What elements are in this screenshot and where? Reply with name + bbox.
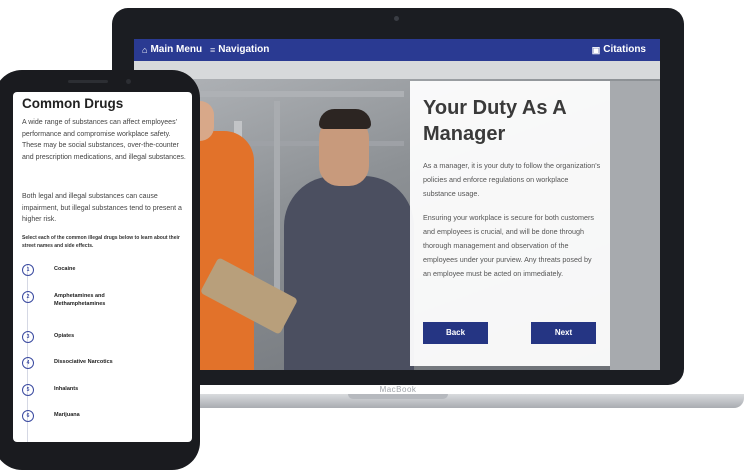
phone-speaker <box>68 80 108 83</box>
drug-label: Marijuana <box>54 412 80 418</box>
drug-label: Inhalants <box>54 386 79 392</box>
mobile-instruction: Select each of the common illegal drugs … <box>22 235 180 249</box>
drug-label: Cocaine <box>54 266 76 272</box>
phone-screen: Common Drugs A wide range of substances … <box>13 92 192 442</box>
drug-item-cocaine[interactable]: 1 Cocaine <box>22 264 190 278</box>
main-menu-label: Main Menu <box>150 44 203 55</box>
item-number: 3 <box>22 331 34 343</box>
top-navigation-bar: ⌂ Main Menu ≡ Navigation ▣ Citations <box>134 39 660 61</box>
item-number: 1 <box>22 264 34 276</box>
drug-item-opiates[interactable]: 3 Opiates <box>22 331 190 345</box>
next-button[interactable]: Next <box>531 322 596 344</box>
home-icon: ⌂ <box>142 45 148 55</box>
mobile-paragraph-1: A wide range of substances can affect em… <box>22 119 186 161</box>
item-number: 4 <box>22 357 34 369</box>
drug-label: Opiates <box>54 333 75 339</box>
content-card: Your Duty As A Manager As a manager, it … <box>410 81 610 366</box>
drug-label: Amphetamines and Methamphetamines <box>54 293 106 307</box>
item-number: 5 <box>22 384 34 396</box>
menu-icon: ≡ <box>210 45 216 55</box>
drug-item-marijuana[interactable]: 6 Marijuana <box>22 410 190 424</box>
mobile-paragraph-2: Both legal and illegal substances can ca… <box>22 193 182 223</box>
navigation-link[interactable]: ≡ Navigation <box>210 39 269 61</box>
mobile-page-title: Common Drugs <box>22 96 124 111</box>
item-number: 2 <box>22 291 34 303</box>
citations-link[interactable]: ▣ Citations <box>592 39 646 61</box>
book-icon: ▣ <box>591 45 601 55</box>
card-paragraph-2: Ensuring your workplace is secure for bo… <box>423 213 594 278</box>
main-menu-link[interactable]: ⌂ Main Menu <box>142 39 202 61</box>
card-paragraph-1: As a manager, it is your duty to follow … <box>423 161 601 198</box>
card-title: Your Duty As A Manager <box>423 97 566 145</box>
drug-item-dissociative-narcotics[interactable]: 4 Dissociative Narcotics <box>22 357 190 371</box>
laptop-camera <box>394 16 399 21</box>
phone-camera <box>126 79 131 84</box>
laptop-screen: ⌂ Main Menu ≡ Navigation ▣ Citations You… <box>134 39 660 370</box>
drug-item-amphetamines[interactable]: 2 Amphetamines and Methamphetamines <box>22 291 190 313</box>
drug-item-inhalants[interactable]: 5 Inhalants <box>22 384 190 398</box>
navigation-label: Navigation <box>218 44 270 55</box>
item-number: 6 <box>22 410 34 422</box>
citations-label: Citations <box>603 44 646 55</box>
drug-label: Dissociative Narcotics <box>54 359 113 365</box>
back-button[interactable]: Back <box>423 322 488 344</box>
laptop-notch <box>348 394 448 399</box>
